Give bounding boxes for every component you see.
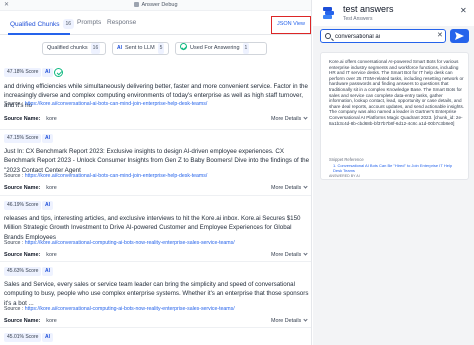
source-name-value: kore — [46, 185, 57, 191]
source-label: Source : — [4, 101, 24, 107]
search-input[interactable] — [335, 32, 435, 41]
source-label: Source : — [4, 306, 24, 312]
debug-titlebar: ✕ Answer Debug — [0, 0, 311, 11]
chevron-down-icon — [303, 251, 308, 256]
ai-badge: AI — [42, 68, 53, 77]
search-box: ✕ — [320, 29, 446, 43]
panel-header: test answers Test Answers ✕ — [313, 0, 474, 26]
filter-count: 16 — [90, 43, 101, 54]
source-link[interactable]: https://kore.ai/conversational-ai-bots-c… — [25, 101, 208, 107]
chunk-text: releases and tips, interesting articles,… — [4, 215, 301, 241]
debug-tabs: Qualified Chunks 16 Prompts Response — [0, 11, 311, 35]
more-details-label: More Details — [271, 185, 302, 191]
source-link[interactable]: https://kore.ai/conversational-ai-bots-c… — [25, 173, 208, 179]
tab-label: Response — [107, 19, 137, 26]
filter-used-for-answering[interactable]: Used For Answering 1 — [175, 42, 267, 55]
score-badge: 47.18% Score — [4, 68, 42, 77]
source-name-label: Source Name: — [4, 252, 41, 258]
ai-badge: AI — [42, 333, 53, 342]
debug-window-title: Answer Debug — [0, 2, 311, 9]
chunk-text: Sales and Service, every sales or servic… — [4, 281, 309, 307]
answered-by-label: ANSWERED BY AI — [329, 174, 360, 178]
more-details-button[interactable]: More Details — [271, 251, 308, 259]
search-icon — [325, 33, 331, 39]
source-link[interactable]: https://kore.ai/conversational-computing… — [25, 306, 235, 312]
score-badge: 45.63% Score — [4, 267, 42, 276]
test-answers-panel: test answers Test Answers ✕ ✕ Kore.ai of… — [313, 0, 474, 345]
chunk-source-name: Source Name: kore — [4, 116, 57, 123]
source-name-label: Source Name: — [4, 318, 41, 324]
source-link[interactable]: https://kore.ai/conversational-computing… — [25, 240, 235, 246]
more-details-label: More Details — [271, 116, 302, 122]
active-tab-indicator — [8, 33, 70, 35]
chunk-text: Just In: CX Benchmark Report 2023: Exclu… — [4, 148, 310, 174]
more-details-label: More Details — [271, 318, 302, 324]
more-details-button[interactable]: More Details — [271, 115, 308, 123]
tab-label: Qualified Chunks — [10, 21, 60, 28]
snippet-reference-link[interactable]: 1. Conversational AI Bots Can Be "Hired"… — [333, 163, 461, 173]
more-details-button[interactable]: More Details — [271, 184, 308, 192]
source-label: Source : — [4, 240, 24, 246]
source-name-label: Source Name: — [4, 185, 41, 191]
answer-text: Kore.ai offers conversational AI-powered… — [329, 59, 465, 126]
close-icon[interactable]: ✕ — [460, 7, 467, 15]
filter-label: Sent to LLM — [125, 45, 155, 51]
filter-count: 1 — [242, 43, 250, 54]
tab-count-badge: 16 — [62, 19, 75, 29]
send-button[interactable] — [450, 29, 469, 43]
score-badge: 47.15% Score — [4, 134, 42, 143]
chunk-source-name: Source Name: kore — [4, 318, 57, 325]
answer-card: Kore.ai offers conversational AI-powered… — [320, 52, 469, 180]
send-icon — [455, 32, 464, 40]
filter-count: 5 — [157, 43, 165, 54]
chunk-card: 45.01% Score AI — [0, 328, 311, 345]
more-details-label: More Details — [271, 252, 302, 258]
ai-badge: AI — [42, 201, 53, 210]
clear-icon[interactable]: ✕ — [437, 31, 443, 41]
json-view-button[interactable]: JSON View — [271, 16, 311, 34]
window-title-text: Answer Debug — [141, 2, 178, 8]
source-name-value: kore — [46, 318, 57, 324]
used-for-answer-icon — [54, 68, 63, 77]
app-root: ✕ Answer Debug Qualified Chunks 16 Prompt… — [0, 0, 474, 345]
tab-qualified-chunks[interactable]: Qualified Chunks 16 — [10, 19, 75, 29]
chunk-source: Source : https://kore.ai/conversational-… — [4, 101, 207, 108]
check-circle-icon — [180, 43, 187, 50]
chunk-source-name: Source Name: kore — [4, 252, 57, 259]
source-name-value: kore — [46, 116, 57, 122]
tab-prompts[interactable]: Prompts — [77, 19, 101, 27]
chunk-source: Source : https://kore.ai/conversational-… — [4, 173, 207, 180]
chunk-source: Source : https://kore.ai/conversational-… — [4, 306, 235, 313]
tab-response[interactable]: Response — [107, 19, 136, 27]
source-name-value: kore — [46, 252, 57, 258]
ai-badge: AI — [42, 267, 53, 276]
chunk-source: Source : https://kore.ai/conversational-… — [4, 240, 235, 247]
score-badge: 46.19% Score — [4, 201, 42, 210]
chevron-down-icon — [303, 115, 308, 120]
filter-qualified-chunks[interactable]: Qualified chunks 16 — [42, 42, 106, 55]
debug-icon — [134, 2, 140, 7]
ai-badge: AI — [42, 134, 53, 143]
answer-debug-panel: ✕ Answer Debug Qualified Chunks 16 Prompt… — [0, 0, 312, 345]
chunk-card: 47.18% Score AI and driving efficiencies… — [0, 64, 311, 130]
more-details-button[interactable]: More Details — [271, 317, 308, 325]
source-label: Source : — [4, 173, 24, 179]
panel-subtitle: Test Answers — [343, 16, 373, 22]
panel-title: test answers — [343, 4, 394, 14]
chunk-card: 47.15% Score AI Just In: CX Benchmark Re… — [0, 130, 311, 196]
filter-label: Qualified chunks — [47, 45, 88, 51]
tab-label: Prompts — [77, 19, 102, 26]
score-badge: 45.01% Score — [4, 333, 42, 342]
chevron-down-icon — [303, 317, 308, 322]
filter-label: Used For Answering — [190, 45, 240, 51]
ai-badge-icon: AI — [117, 45, 122, 51]
chunk-card: 45.63% Score AI Sales and Service, every… — [0, 262, 311, 328]
filter-sent-to-llm[interactable]: AI Sent to LLM 5 — [112, 42, 169, 55]
app-logo-icon — [323, 7, 334, 19]
chunk-card: 46.19% Score AI releases and tips, inter… — [0, 196, 311, 262]
snippet-reference-label: Snippet Reference — [329, 157, 364, 162]
source-name-label: Source Name: — [4, 116, 41, 122]
chevron-down-icon — [303, 184, 308, 189]
chunk-source-name: Source Name: kore — [4, 185, 57, 192]
